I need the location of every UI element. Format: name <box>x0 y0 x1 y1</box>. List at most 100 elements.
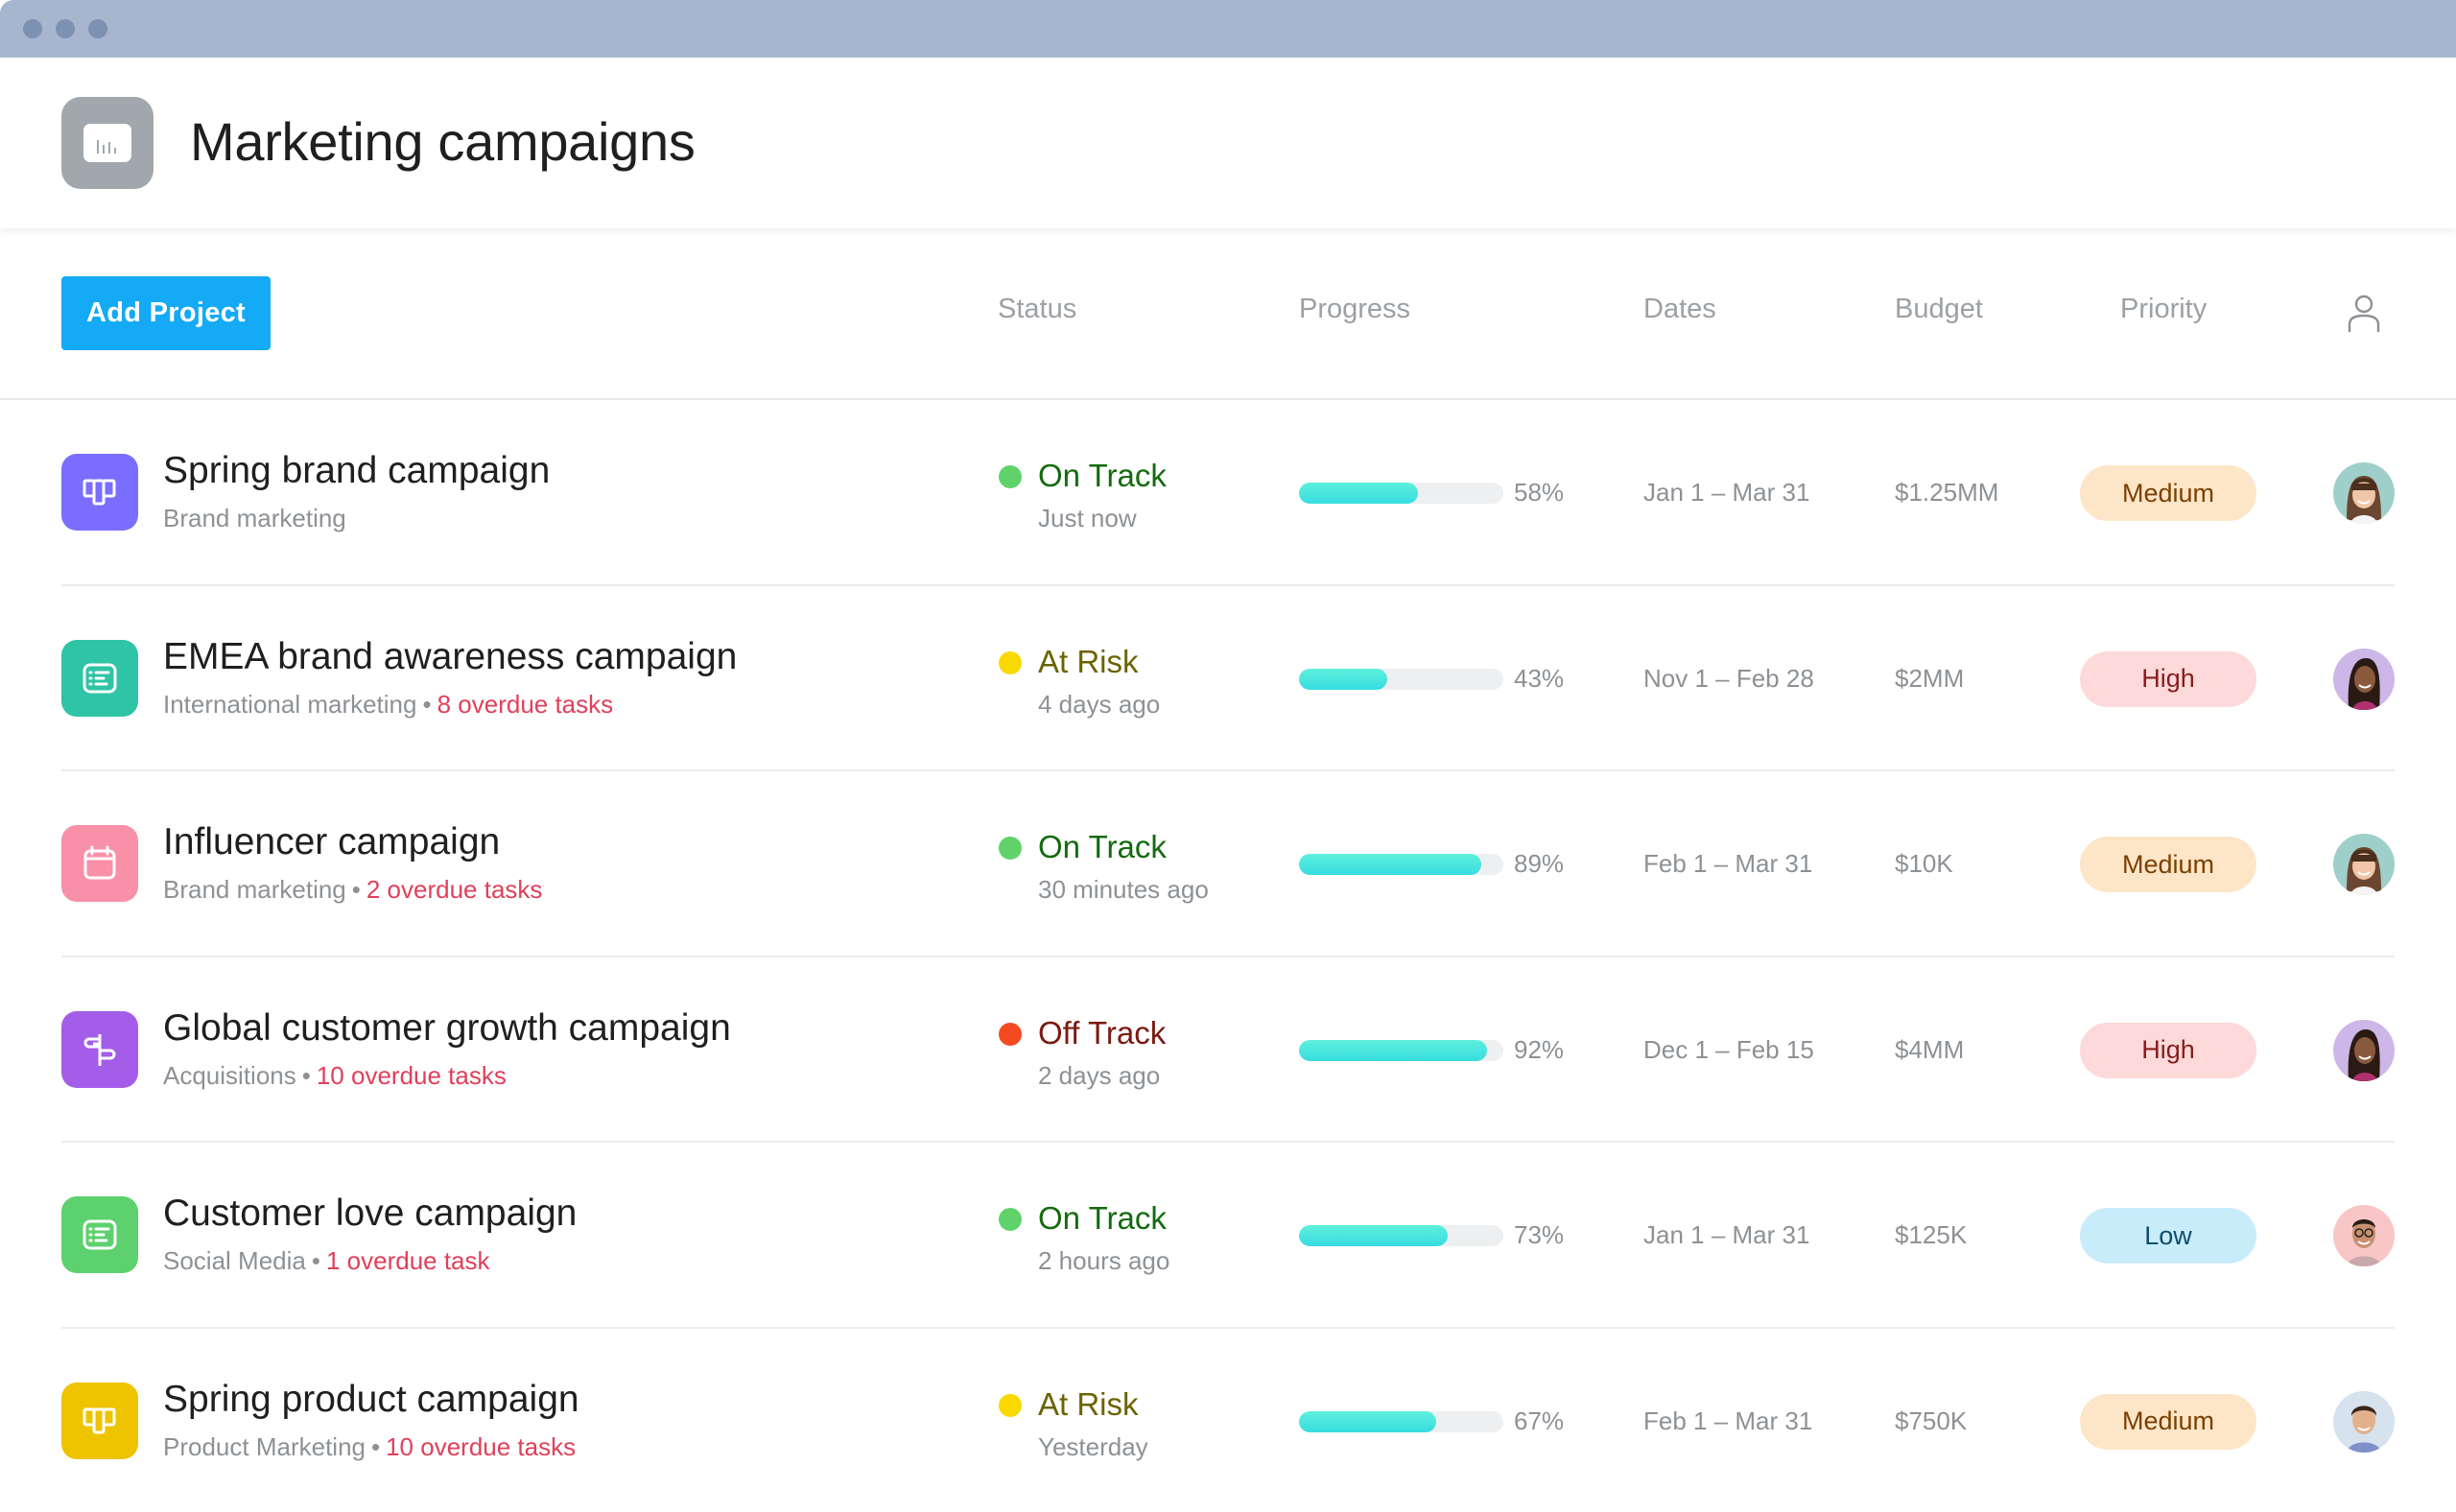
add-project-button[interactable]: Add Project <box>61 276 271 350</box>
project-dates[interactable]: Jan 1 – Mar 31 <box>1643 478 1809 508</box>
bar-chart-icon <box>61 97 154 189</box>
project-budget[interactable]: $2MM <box>1895 664 1964 694</box>
progress-bar <box>1299 854 1503 875</box>
project-name[interactable]: Spring product campaign <box>163 1379 579 1421</box>
priority-badge[interactable]: Medium <box>2080 465 2256 521</box>
status-label[interactable]: On Track <box>1038 1200 1167 1237</box>
status-label[interactable]: At Risk <box>1038 644 1139 680</box>
project-name[interactable]: Global customer growth campaign <box>163 1007 731 1050</box>
overdue-tasks-link[interactable]: 8 overdue tasks <box>437 690 614 719</box>
progress-bar <box>1299 668 1503 690</box>
separator-bullet: • <box>351 875 361 904</box>
separator-bullet: • <box>370 1431 381 1461</box>
overdue-tasks-link[interactable]: 10 overdue tasks <box>386 1432 576 1461</box>
assignee-avatar[interactable] <box>2333 834 2395 895</box>
project-row[interactable]: Spring product campaign Product Marketin… <box>0 1329 2456 1512</box>
project-row[interactable]: Customer love campaign Social Media • 1 ov… <box>0 1143 2456 1329</box>
progress-fill <box>1299 668 1387 690</box>
overdue-tasks-link[interactable]: 10 overdue tasks <box>317 1061 507 1090</box>
project-team: International marketing <box>163 689 417 719</box>
status-updated: Yesterday <box>1038 1431 1148 1461</box>
column-header-priority[interactable]: Priority <box>2120 294 2207 325</box>
status-dot-icon <box>999 1393 1022 1417</box>
progress-percent: 73% <box>1514 1220 1565 1249</box>
project-dates[interactable]: Jan 1 – Mar 31 <box>1643 1220 1809 1250</box>
project-dates[interactable]: Feb 1 – Mar 31 <box>1643 1406 1812 1436</box>
progress-bar <box>1299 483 1503 504</box>
status-label[interactable]: On Track <box>1038 829 1167 865</box>
separator-bullet: • <box>311 1246 320 1275</box>
project-budget[interactable]: $750K <box>1895 1406 1967 1436</box>
status-label[interactable]: Off Track <box>1038 1015 1166 1051</box>
project-row[interactable]: Global customer growth campaign Acquisit… <box>0 957 2456 1143</box>
progress-bar <box>1299 1225 1503 1246</box>
project-budget[interactable]: $125K <box>1895 1220 1967 1250</box>
project-dates[interactable]: Dec 1 – Feb 15 <box>1643 1035 1814 1065</box>
priority-badge[interactable]: High <box>2080 650 2256 707</box>
signpost-icon <box>61 1010 138 1088</box>
project-subtitle: Product Marketing • 10 overdue tasks <box>163 1432 576 1462</box>
priority-badge[interactable]: Medium <box>2080 1393 2256 1450</box>
assignee-avatar[interactable] <box>2333 648 2395 710</box>
project-dates[interactable]: Nov 1 – Feb 28 <box>1643 664 1814 694</box>
status-dot-icon <box>999 465 1022 488</box>
separator-bullet: • <box>422 689 432 719</box>
project-row[interactable]: Spring brand campaign Brand marketing On… <box>0 400 2456 586</box>
status-label[interactable]: At Risk <box>1038 1386 1139 1423</box>
window-minimize-button[interactable] <box>56 19 75 38</box>
window-titlebar <box>0 0 2456 58</box>
column-header-status[interactable]: Status <box>998 294 1076 325</box>
column-header-dates[interactable]: Dates <box>1643 294 1716 325</box>
list-icon <box>61 1196 138 1273</box>
status-label[interactable]: On Track <box>1038 458 1167 494</box>
progress-fill <box>1299 1225 1449 1246</box>
assignee-avatar[interactable] <box>2333 1205 2395 1266</box>
project-subtitle: Social Media • 1 overdue task <box>163 1246 490 1276</box>
column-header-progress[interactable]: Progress <box>1299 294 1410 325</box>
overdue-tasks-link[interactable]: 1 overdue task <box>326 1246 490 1275</box>
list-icon <box>61 639 138 717</box>
project-name[interactable]: Customer love campaign <box>163 1193 577 1235</box>
person-icon[interactable] <box>2347 294 2381 334</box>
project-budget[interactable]: $4MM <box>1895 1035 1964 1065</box>
window-close-button[interactable] <box>23 19 42 38</box>
assignee-avatar[interactable] <box>2333 462 2395 524</box>
priority-badge[interactable]: Low <box>2080 1208 2256 1264</box>
status-dot-icon <box>999 1022 1022 1046</box>
assignee-avatar[interactable] <box>2333 1390 2395 1453</box>
priority-badge[interactable]: High <box>2080 1022 2256 1078</box>
status-updated: Just now <box>1038 504 1137 532</box>
project-name[interactable]: EMEA brand awareness campaign <box>163 636 737 678</box>
assignee-avatar[interactable] <box>2333 1019 2395 1081</box>
project-row[interactable]: EMEA brand awareness campaign Internatio… <box>0 586 2456 771</box>
project-team: Social Media <box>163 1246 306 1275</box>
board-icon <box>61 454 138 531</box>
status-dot-icon <box>999 837 1022 860</box>
progress-percent: 92% <box>1514 1034 1565 1064</box>
project-subtitle: Brand marketing <box>163 504 346 533</box>
project-team: Brand marketing <box>163 504 346 532</box>
project-budget[interactable]: $10K <box>1895 849 1953 879</box>
progress-percent: 58% <box>1514 478 1565 507</box>
project-name[interactable]: Influencer campaign <box>163 821 500 863</box>
window-maximize-button[interactable] <box>88 19 107 38</box>
project-budget[interactable]: $1.25MM <box>1895 478 1998 508</box>
project-name[interactable]: Spring brand campaign <box>163 450 550 492</box>
progress-percent: 89% <box>1514 849 1565 878</box>
page-header: Marketing campaigns <box>0 58 2456 228</box>
project-team: Acquisitions <box>163 1060 296 1090</box>
project-team: Brand marketing <box>163 875 346 904</box>
priority-badge[interactable]: Medium <box>2080 837 2256 892</box>
project-dates[interactable]: Feb 1 – Mar 31 <box>1643 849 1812 879</box>
project-subtitle: Brand marketing • 2 overdue tasks <box>163 875 542 905</box>
projects-table: Spring brand campaign Brand marketing On… <box>0 400 2456 1512</box>
status-dot-icon <box>999 1208 1022 1231</box>
progress-bar <box>1299 1410 1503 1432</box>
progress-fill <box>1299 1410 1436 1432</box>
column-header-budget[interactable]: Budget <box>1895 294 1983 325</box>
project-subtitle: International marketing • 8 overdue tasks <box>163 690 613 720</box>
status-updated: 2 hours ago <box>1038 1246 1170 1275</box>
overdue-tasks-link[interactable]: 2 overdue tasks <box>366 875 543 904</box>
project-row[interactable]: Influencer campaign Brand marketing • 2 ov… <box>0 771 2456 957</box>
page-title: Marketing campaigns <box>190 111 696 172</box>
